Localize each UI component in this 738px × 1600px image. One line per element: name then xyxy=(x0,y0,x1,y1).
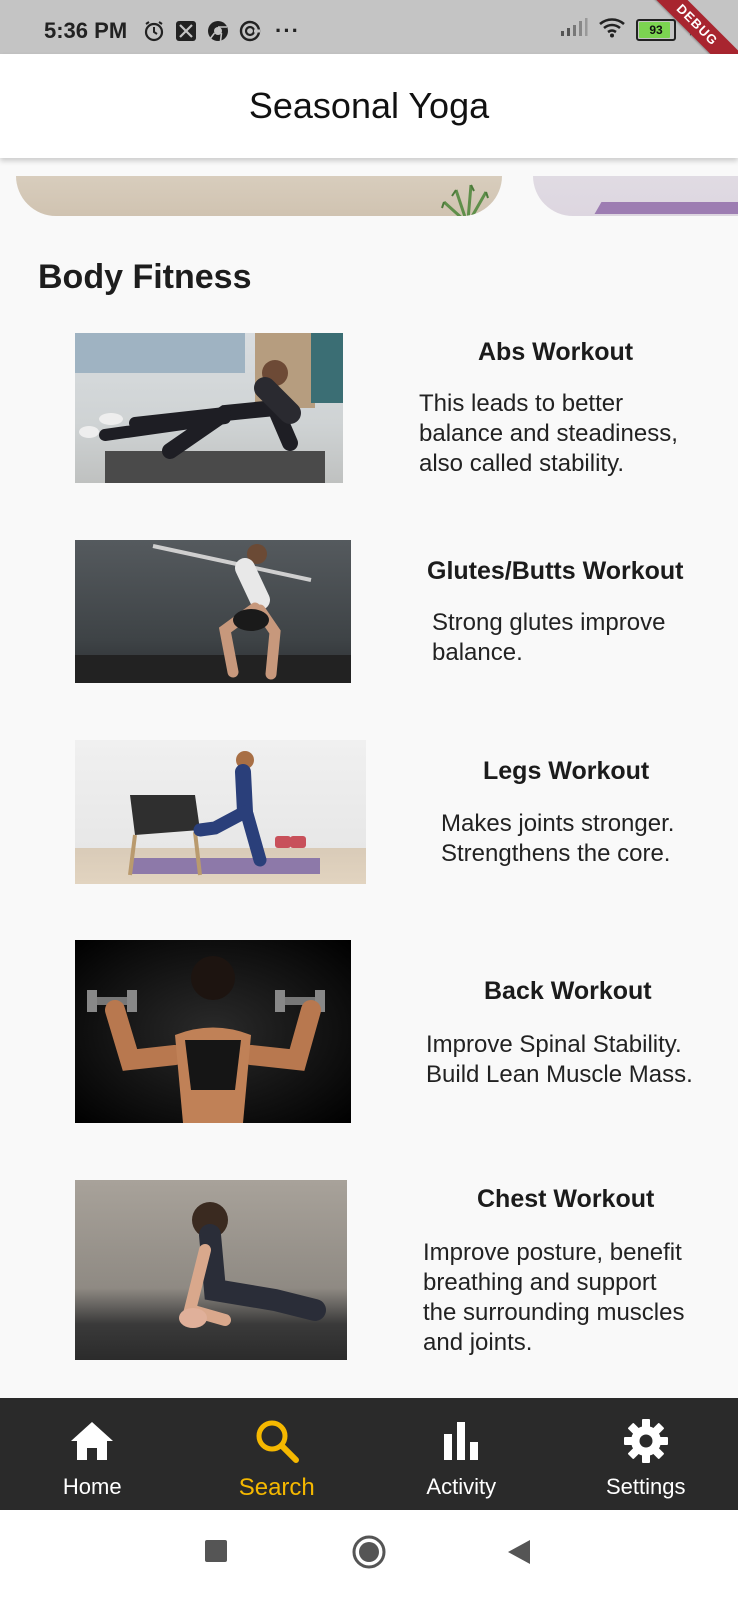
status-time: 5:36 PM xyxy=(44,18,128,43)
nav-home[interactable]: Home xyxy=(0,1398,185,1510)
back-workout-image[interactable] xyxy=(75,940,351,1123)
nav-label: Search xyxy=(238,1474,315,1501)
signal-icon xyxy=(560,17,588,42)
workout-title: Back Workout xyxy=(484,977,652,1005)
status-bar: 5:36 PM ··· 93 DEBUG xyxy=(0,0,738,86)
alarm-icon xyxy=(143,20,165,42)
recents-icon[interactable] xyxy=(205,1540,227,1567)
app-bar: Seasonal Yoga xyxy=(0,54,738,158)
workout-description: Improve Spinal Stability. Build Lean Mus… xyxy=(426,1031,693,1088)
search-icon xyxy=(254,1418,300,1464)
app-icon xyxy=(175,20,197,42)
bottom-nav: Home Search Activity Settings xyxy=(0,1398,738,1510)
home-icon xyxy=(69,1418,115,1464)
system-navigation-bar xyxy=(0,1510,738,1600)
home-circle-icon[interactable] xyxy=(352,1535,386,1574)
nav-label: Settings xyxy=(606,1474,686,1499)
yoga-mat-image xyxy=(594,202,738,214)
bar-chart-icon xyxy=(438,1418,484,1464)
more-notifications-icon: ··· xyxy=(275,18,300,43)
back-icon[interactable] xyxy=(508,1540,530,1569)
nav-search[interactable]: Search xyxy=(185,1398,370,1510)
plant-image xyxy=(441,184,495,216)
status-notification-icons: ··· xyxy=(143,18,300,44)
nav-label: Activity xyxy=(426,1474,497,1499)
nav-settings[interactable]: Settings xyxy=(554,1398,738,1510)
legs-workout-image[interactable] xyxy=(75,740,366,884)
battery-level: 93 xyxy=(649,22,663,37)
workout-title: Glutes/Butts Workout xyxy=(427,557,684,585)
workout-description: This leads to better balance and steadin… xyxy=(419,390,678,477)
battery-icon: 93 xyxy=(636,18,676,41)
glutes-workout-image[interactable] xyxy=(75,540,351,683)
nav-label: Home xyxy=(62,1474,122,1499)
carousel-card[interactable] xyxy=(16,176,502,216)
page-title: Seasonal Yoga xyxy=(248,85,490,126)
workout-description: Improve posture, benefit breathing and s… xyxy=(423,1239,685,1356)
carousel-card[interactable] xyxy=(533,176,738,216)
abs-workout-image[interactable] xyxy=(75,333,343,483)
workout-title: Legs Workout xyxy=(483,757,650,785)
wifi-icon xyxy=(598,16,626,43)
gear-icon xyxy=(623,1418,669,1464)
workout-description: Makes joints stronger. Strengthens the c… xyxy=(441,810,675,867)
workout-title: Chest Workout xyxy=(477,1185,655,1213)
nav-activity[interactable]: Activity xyxy=(369,1398,554,1510)
chrome-icon xyxy=(207,20,229,42)
workout-title: Abs Workout xyxy=(478,338,634,366)
section-title: Body Fitness xyxy=(38,258,252,296)
sync-icon xyxy=(239,20,261,42)
workout-description: Strong glutes improve balance. xyxy=(432,609,666,666)
chest-workout-image[interactable] xyxy=(75,1180,347,1360)
